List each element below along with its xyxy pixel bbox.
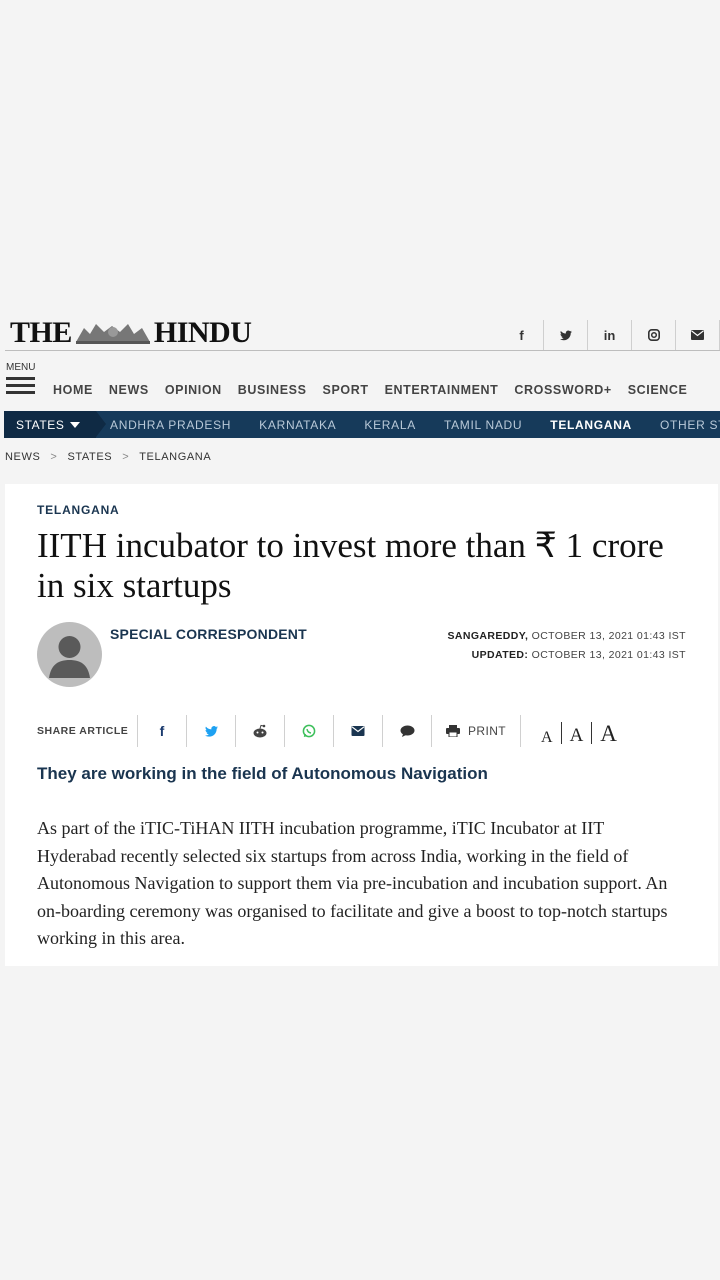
printer-icon [446,725,460,737]
breadcrumb-telangana[interactable]: TELANGANA [139,451,211,463]
instagram-icon[interactable] [632,320,676,350]
article-card: TELANGANA IITH incubator to invest more … [5,484,718,966]
share-email-icon[interactable] [333,715,382,747]
nav-item-news[interactable]: NEWS [109,383,149,397]
states-dropdown-button[interactable]: STATES [4,411,106,438]
main-nav: HOME NEWS OPINION BUSINESS SPORT ENTERTA… [53,383,704,397]
article-body: As part of the iTIC-TiHAN IITH incubatio… [37,818,668,948]
author-avatar [37,622,102,687]
nav-item-opinion[interactable]: OPINION [165,383,222,397]
state-item-other-states[interactable]: OTHER STATES [660,418,720,432]
logo-text-hindu: HINDU [153,316,252,349]
comment-icon[interactable] [382,715,431,747]
site-logo[interactable]: THE HINDU [10,316,252,350]
emblem-icon [75,324,150,344]
dateline-place: SANGAREDDY, [447,630,529,642]
breadcrumb-states[interactable]: STATES [67,451,112,463]
nav-item-entertainment[interactable]: ENTERTAINMENT [385,383,499,397]
share-label: SHARE ARTICLE [37,725,129,737]
font-size-large-button[interactable]: A [592,721,625,747]
share-reddit-icon[interactable] [235,715,284,747]
nav-item-sport[interactable]: SPORT [323,383,369,397]
breadcrumb-separator-icon: > [122,451,130,463]
print-label: PRINT [468,724,506,738]
facebook-icon[interactable]: f [500,320,544,350]
site-header: THE HINDU f in [0,312,720,352]
email-icon[interactable] [676,320,720,350]
nav-item-home[interactable]: HOME [53,383,93,397]
dateline: SANGAREDDY, OCTOBER 13, 2021 01:43 IST U… [447,627,686,665]
share-twitter-icon[interactable] [186,715,235,747]
dateline-date: OCTOBER 13, 2021 01:43 IST [531,630,686,642]
state-item-telangana[interactable]: TELANGANA [550,418,632,432]
updated-date: OCTOBER 13, 2021 01:43 IST [531,649,686,661]
header-divider [5,350,720,351]
state-item-kerala[interactable]: KERALA [364,418,416,432]
breadcrumb-separator-icon: > [50,451,58,463]
nav-item-science[interactable]: SCIENCE [628,383,688,397]
article-headline: IITH incubator to invest more than ₹ 1 c… [37,526,664,605]
print-button[interactable]: PRINT [431,715,520,747]
state-item-karnataka[interactable]: KARNATAKA [259,418,336,432]
share-facebook-icon[interactable]: f [137,715,186,747]
logo-text-the: THE [10,316,72,349]
nav-item-business[interactable]: BUSINESS [238,383,307,397]
font-size-medium-button[interactable]: A [562,725,592,747]
hamburger-menu-icon[interactable] [6,377,35,397]
share-whatsapp-icon[interactable] [284,715,333,747]
font-size-small-button[interactable]: A [533,729,561,747]
states-nav: STATES ANDHRA PRADESH KARNATAKA KERALA T… [4,411,720,438]
breadcrumb: NEWS > STATES > TELANGANA [5,451,211,463]
caret-down-icon [69,421,80,428]
state-item-tamil-nadu[interactable]: TAMIL NADU [444,418,522,432]
social-links: f in [500,320,720,350]
author-name[interactable]: SPECIAL CORRESPONDENT [110,626,307,642]
font-size-controls: A A A [520,715,625,747]
share-toolbar: SHARE ARTICLE f PRINT A A A [37,711,717,751]
menu-label: MENU [6,362,36,373]
linkedin-icon[interactable]: in [588,320,632,350]
state-item-andhra-pradesh[interactable]: ANDHRA PRADESH [110,418,231,432]
article-standfirst: They are working in the field of Autonom… [37,764,488,783]
twitter-icon[interactable] [544,320,588,350]
nav-item-crossword[interactable]: CROSSWORD+ [514,383,611,397]
states-button-label: STATES [16,417,65,432]
updated-label: UPDATED: [471,649,529,661]
article-kicker[interactable]: TELANGANA [37,503,120,517]
breadcrumb-news[interactable]: NEWS [5,451,40,463]
user-silhouette-icon [49,636,90,678]
